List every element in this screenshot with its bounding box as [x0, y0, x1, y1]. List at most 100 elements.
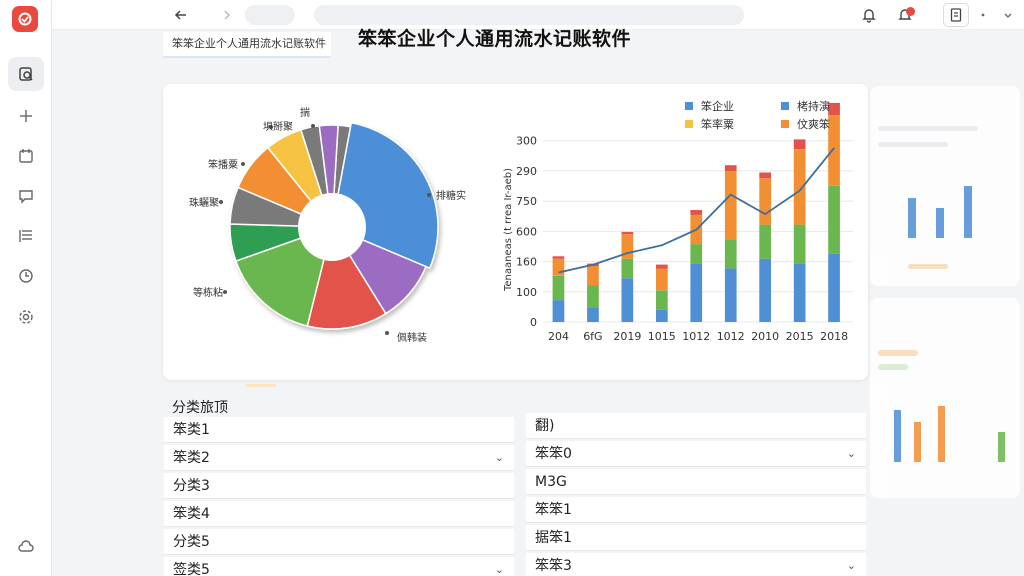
calendar-icon[interactable]: [8, 139, 44, 173]
bar-segment: [552, 256, 565, 259]
list-header: 分类旅顶: [172, 400, 228, 416]
left-list-row[interactable]: 笨类2 ⌄: [164, 445, 514, 471]
sidebar: [0, 0, 52, 576]
bar-segment: [690, 210, 703, 215]
notification-badge: [906, 7, 915, 16]
x-tick-label: 2018: [820, 330, 848, 343]
x-tick-label: 1015: [648, 330, 676, 343]
left-list-row[interactable]: 笨类1: [164, 417, 514, 443]
chevron-down-icon[interactable]: ⌄: [847, 441, 856, 467]
right-list-row[interactable]: M3G: [526, 469, 866, 495]
legend-swatch: [781, 102, 789, 110]
chevron-down-icon[interactable]: ⌄: [495, 445, 504, 471]
document-icon[interactable]: [943, 3, 969, 27]
bar-segment: [724, 165, 737, 171]
bell-icon[interactable]: [858, 4, 880, 26]
bar-segment: [759, 224, 771, 259]
forward-arrow-icon[interactable]: [216, 4, 238, 26]
legend-swatch: [781, 120, 789, 128]
right-list-row-label: 翻): [535, 418, 555, 434]
tab-main[interactable]: 笨笨企业个人通用流水记账软件: [163, 32, 331, 58]
pie-callout-label: 埧掰聚: [263, 121, 293, 133]
legend-label: 笨企业: [701, 99, 734, 113]
bar-segment: [828, 253, 840, 322]
right-list-row[interactable]: 据笨1: [526, 525, 866, 551]
bar-segment: [621, 231, 634, 235]
chevron-down-icon[interactable]: ⌄: [495, 557, 504, 576]
bar-segment: [587, 307, 599, 322]
pie-callout-label: 珠矖聚: [189, 196, 219, 209]
y-tick-label: 290: [516, 165, 537, 178]
left-list-row-label: 笨类2: [173, 450, 210, 466]
left-list-row-label: 笨类1: [173, 422, 210, 438]
pie-callout-dot: [385, 331, 389, 335]
search-doc-icon[interactable]: [8, 57, 44, 91]
right-list-row[interactable]: 笨笨3 ⌄: [526, 553, 866, 576]
bar-segment: [552, 275, 565, 301]
x-tick-label: 204: [548, 330, 569, 343]
right-list-row-label: 笨笨3: [535, 558, 572, 574]
bar-segment: [587, 266, 599, 286]
right-list-row-label: 笨笨1: [535, 502, 572, 518]
side-panel-bottom: [870, 298, 1020, 498]
search-input[interactable]: [314, 5, 744, 25]
left-list-row[interactable]: 分类3: [164, 473, 514, 499]
right-list-row-label: 笨笨0: [535, 446, 572, 462]
legend-label: 栲持演: [797, 99, 830, 113]
right-list-row[interactable]: 笨笨0 ⌄: [526, 441, 866, 467]
left-list-row-label: 分类3: [173, 478, 210, 494]
bar-segment: [621, 278, 634, 322]
list-icon[interactable]: [8, 219, 44, 253]
right-list-row-label: 据笨1: [535, 530, 572, 546]
bar-segment: [656, 268, 668, 291]
chat-icon[interactable]: [8, 179, 44, 213]
x-tick-label: 1012: [682, 330, 710, 343]
x-tick-label: 2019: [613, 330, 641, 343]
page-title: 笨笨企业个人通用流水记账软件: [358, 28, 632, 50]
left-list-row-label: 签类5: [173, 562, 210, 576]
pie-hole: [298, 193, 366, 261]
address-field[interactable]: [245, 5, 295, 25]
x-tick-label: 1012: [717, 330, 745, 343]
legend-label: 笨率粟: [701, 117, 734, 131]
y-tick-label: 0: [530, 316, 537, 329]
left-list-row[interactable]: 分类5: [164, 529, 514, 555]
back-arrow-icon[interactable]: [170, 4, 192, 26]
right-list-row[interactable]: 笨笨1: [526, 497, 866, 523]
chevron-down-icon[interactable]: [997, 4, 1019, 26]
chart-card: 揣埧掰聚 笨播粟 珠矖聚 等栋粘 排糖实 佩韩装 0 100 160 600 750 290 300 T…: [163, 84, 868, 380]
x-tick-label: 2010: [751, 330, 779, 343]
left-list-row[interactable]: 签类5 ⌄: [164, 557, 514, 576]
bar-segment: [552, 258, 565, 276]
bar-segment: [724, 268, 737, 322]
pie-callout-label: 排糖实: [436, 189, 466, 202]
bar-segment: [759, 178, 771, 225]
left-list-row-label: 笨类4: [173, 506, 210, 522]
logo-icon[interactable]: [12, 6, 38, 32]
left-list-row[interactable]: 笨类4: [164, 501, 514, 527]
pie-callout-dot: [427, 193, 431, 197]
chevron-down-icon[interactable]: ⌄: [847, 553, 856, 576]
bar-segment: [621, 258, 634, 279]
clock-icon[interactable]: [8, 259, 44, 293]
left-list-row-label: 分类5: [173, 534, 210, 550]
more-icon[interactable]: [972, 4, 994, 26]
gear-icon[interactable]: [8, 300, 44, 334]
y-tick-label: 750: [516, 195, 537, 208]
x-tick-label: 6fG: [583, 330, 602, 343]
bar-segment: [690, 244, 703, 264]
bar-segment: [759, 258, 771, 322]
cloud-icon[interactable]: [8, 530, 44, 564]
pie-callout-label: 佩韩装: [397, 331, 427, 344]
bar-segment: [656, 264, 668, 269]
pie-callout-dot: [223, 290, 227, 294]
bar-segment: [759, 172, 771, 179]
y-tick-label: 100: [516, 286, 537, 299]
bar-segment: [690, 263, 703, 322]
plus-icon[interactable]: [8, 99, 44, 133]
legend-swatch: [685, 102, 693, 110]
notification-icon[interactable]: [894, 4, 916, 26]
pie-callout-label: 笨播粟: [208, 158, 238, 171]
right-list-row[interactable]: 翻): [526, 413, 866, 439]
pie-callout-dot: [311, 124, 315, 128]
